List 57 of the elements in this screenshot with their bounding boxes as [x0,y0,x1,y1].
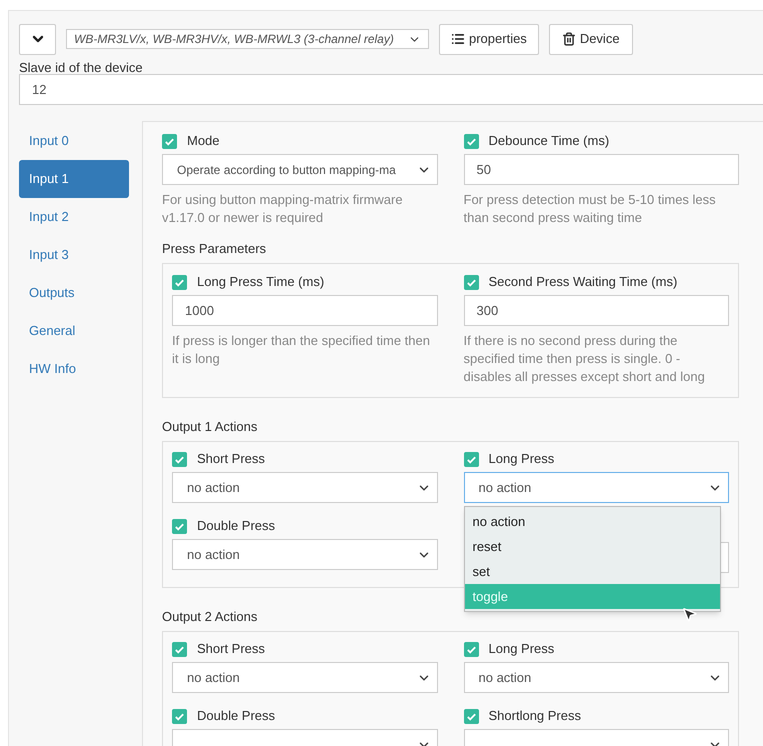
checkbox[interactable] [172,274,187,290]
checkbox[interactable] [172,708,187,724]
checkbox[interactable] [172,518,187,534]
checkbox[interactable] [464,708,478,724]
input-field[interactable]: 1000 [172,295,438,326]
field-label: Slave id of the device [19,59,144,75]
input-field[interactable]: 300 [464,295,729,326]
collapse-button[interactable] [19,24,56,54]
input-field[interactable]: 50 [464,154,739,185]
dropdown-option[interactable]: set [464,559,720,584]
sidebar-tab[interactable]: HW Info [19,350,129,388]
device-button[interactable]: Device [548,24,633,54]
checkbox[interactable] [464,134,478,148]
sidebar-tab[interactable]: Input 0 [19,122,129,160]
help-text: For press detection must be 5-10 times less than second press waiting time [464,191,717,227]
section-title: Output 1 Actions [162,418,258,435]
checkbox[interactable] [162,134,177,148]
sidebar-tab[interactable]: Input 1 [19,160,129,198]
checkbox[interactable] [464,274,478,290]
sidebar-tab[interactable]: Outputs [19,274,129,312]
checkbox[interactable] [464,452,478,466]
field-label: Shortlong Press [488,707,581,726]
sidebar-tab[interactable]: Input 2 [19,198,129,236]
checkbox[interactable] [464,642,478,656]
sidebar-tab[interactable]: General [19,312,129,350]
field-label: Long Press [488,640,554,658]
select-field[interactable]: no action [172,472,438,503]
field-label: Short Press [197,450,265,468]
dropdown-option[interactable]: no action [464,509,720,534]
field-label: Debounce Time (ms) [488,132,610,150]
checkbox[interactable] [172,452,187,466]
properties-button[interactable]: properties [439,24,539,54]
list-icon [451,32,465,46]
section-title: Output 2 Actions [162,608,258,625]
field-label: Mode [187,132,220,150]
select-field[interactable]: no action [464,662,729,693]
select-field[interactable]: no action [172,662,438,693]
field-label: Double Press [197,707,276,726]
help-text: If there is no second press during the specified time then press is single. 0 - disables all presses except short and long [464,332,706,386]
trash-icon [562,32,576,46]
select-field[interactable]: no action [172,539,438,570]
field-label: Double Press [197,517,276,536]
sidebar-tab[interactable]: Input 3 [19,236,129,274]
help-text: For using button mapping-matrix firmware v1.17.0 or newer is required [162,191,404,227]
help-text: If press is longer than the specified time then it is long [172,332,431,368]
field-label: Long Press [488,450,554,468]
select-field[interactable]: no action [464,472,729,503]
mouse-cursor-icon [680,606,698,623]
device-select[interactable]: WB-MR3LV/x, WB-MR3HV/x, WB-MRWL3 (3-channel relay) [66,29,429,49]
checkbox[interactable] [172,642,187,656]
section-title: Press Parameters [162,240,266,257]
slave-id-field[interactable]: 12 [19,74,763,105]
field-label: Long Press Time (ms) [197,273,324,292]
select-field[interactable]: Operate according to button mapping-ma [162,154,438,185]
field-label: Short Press [197,640,265,658]
field-label: Second Press Waiting Time (ms) [488,273,678,292]
dropdown-option[interactable]: reset [464,534,720,559]
